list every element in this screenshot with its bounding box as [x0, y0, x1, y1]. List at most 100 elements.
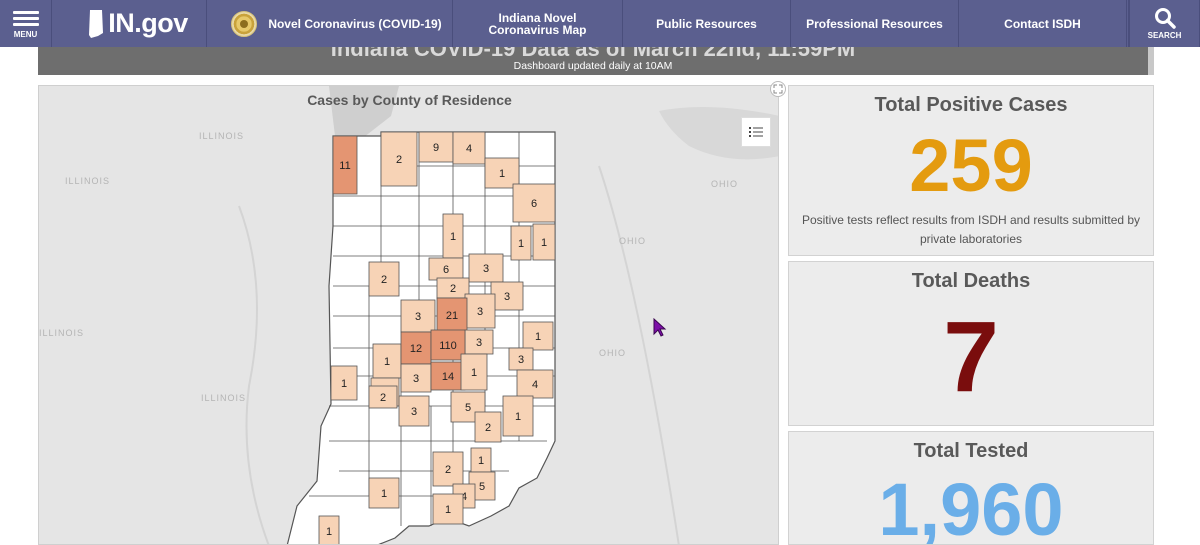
county-cell[interactable]: 3 [468, 253, 504, 283]
county-cell[interactable]: 11 [332, 135, 358, 195]
county-case-count: 3 [504, 291, 510, 303]
county-case-count: 12 [410, 343, 422, 355]
county-cell[interactable]: 4 [516, 369, 554, 399]
county-cell[interactable]: 1 [318, 515, 340, 545]
county-cell[interactable]: 3 [398, 395, 430, 427]
county-case-count: 1 [326, 526, 332, 538]
county-cell[interactable]: 2 [368, 261, 400, 297]
county-case-count: 2 [381, 274, 387, 286]
county-cell[interactable]: 2 [474, 411, 502, 443]
county-cell[interactable]: 1 [502, 395, 534, 437]
county-cell[interactable]: 2 [380, 131, 418, 187]
county-map-panel[interactable]: ILLINOIS ILLINOIS ILLINOIS ILLINOIS OHIO… [38, 85, 779, 545]
county-case-count: 3 [518, 354, 524, 366]
county-case-count: 9 [433, 142, 439, 154]
county-case-count: 5 [465, 402, 471, 414]
hamburger-icon [12, 8, 39, 29]
county-cell[interactable]: 2 [432, 451, 464, 487]
nav-covid-label: Novel Coronavirus (COVID-19) [268, 16, 442, 31]
county-cell[interactable]: 6 [512, 183, 556, 223]
county-case-count: 2 [396, 154, 402, 166]
county-cell[interactable]: 1 [432, 493, 464, 525]
county-case-count: 6 [531, 198, 537, 210]
county-cell[interactable]: 12 [400, 331, 432, 365]
county-cell[interactable]: 6 [428, 257, 464, 281]
county-case-count: 1 [478, 455, 484, 467]
county-case-count: 1 [381, 488, 387, 500]
county-case-count: 1 [518, 238, 524, 250]
county-cell[interactable]: 3 [400, 299, 436, 333]
county-cell[interactable]: 3 [464, 293, 496, 329]
positive-title: Total Positive Cases [874, 94, 1068, 116]
county-case-count: 2 [450, 283, 456, 295]
county-case-count: 3 [476, 337, 482, 349]
county-cell[interactable]: 21 [436, 297, 468, 333]
expand-map-button[interactable] [770, 81, 786, 97]
positive-note: Positive tests reflect results from ISDH… [801, 213, 1141, 246]
county-cell[interactable]: 3 [400, 363, 432, 393]
county-case-count: 1 [384, 356, 390, 368]
indiana-county-map[interactable]: 1129416111632233321311121103123141423512… [39, 86, 779, 545]
header-scrollbar[interactable] [1148, 47, 1154, 75]
county-cell[interactable]: 3 [490, 281, 524, 311]
county-cell[interactable]: 1 [510, 225, 532, 261]
county-cell[interactable]: 1 [368, 477, 400, 509]
state-seal-icon [231, 10, 258, 37]
county-cell[interactable]: 14 [430, 361, 466, 391]
county-cell[interactable]: 1 [330, 365, 358, 401]
county-case-count: 14 [442, 371, 454, 383]
positive-value: 259 [909, 124, 1033, 207]
county-cell[interactable]: 3 [464, 329, 494, 355]
county-case-count: 11 [339, 160, 350, 172]
deaths-value: 7 [943, 301, 999, 413]
county-cell[interactable]: 2 [368, 385, 398, 409]
county-case-count: 5 [479, 481, 485, 493]
county-cell[interactable]: 1 [460, 353, 488, 391]
county-case-count: 21 [446, 310, 458, 322]
county-cell[interactable]: 3 [508, 347, 534, 371]
county-case-count: 1 [445, 504, 451, 516]
indiana-state-icon [89, 9, 104, 38]
nav-map-link[interactable]: Indiana Novel Coronavirus Map [453, 0, 623, 47]
ingov-logo[interactable]: IN.gov [52, 0, 207, 47]
county-cell[interactable]: 110 [430, 329, 466, 361]
expand-icon [773, 84, 783, 94]
county-case-count: 3 [411, 406, 417, 418]
county-case-count: 3 [415, 311, 421, 323]
nav-public-resources[interactable]: Public Resources [623, 0, 791, 47]
nav-covid-link[interactable]: Novel Coronavirus (COVID-19) [207, 0, 453, 47]
county-cell[interactable]: 9 [418, 131, 454, 163]
county-cell[interactable]: 1 [372, 343, 402, 379]
county-cell[interactable]: 1 [442, 213, 464, 259]
county-case-count: 1 [541, 237, 547, 249]
total-deaths-card: Total Deaths 7 [788, 261, 1154, 426]
county-case-count: 4 [466, 143, 472, 155]
dashboard-header: Indiana COVID-19 Data as of March 22nd, … [38, 47, 1148, 75]
county-cell[interactable]: 1 [470, 447, 492, 473]
menu-button[interactable]: MENU [0, 0, 52, 47]
nav-professional-resources[interactable]: Professional Resources [791, 0, 959, 47]
county-case-count: 2 [380, 392, 386, 404]
county-cell[interactable]: 1 [484, 157, 520, 189]
county-case-count: 2 [485, 422, 491, 434]
search-button[interactable]: SEARCH [1129, 0, 1200, 47]
county-cell[interactable]: 2 [436, 277, 470, 299]
top-nav: MENU IN.gov Novel Coronavirus (COVID-19)… [0, 0, 1200, 47]
dashboard-update-note: Dashboard updated daily at 10AM [513, 60, 673, 72]
total-positive-card: Total Positive Cases 259 Positive tests … [788, 85, 1154, 256]
nav-contact[interactable]: Contact ISDH [959, 0, 1127, 47]
county-case-count: 2 [445, 464, 451, 476]
county-cell[interactable]: 1 [532, 223, 556, 261]
tested-title: Total Tested [913, 440, 1029, 462]
county-case-count: 3 [477, 306, 483, 318]
county-case-count: 1 [341, 378, 347, 390]
county-case-count: 1 [450, 231, 456, 243]
mouse-cursor-icon [653, 318, 667, 337]
county-case-count: 1 [535, 331, 541, 343]
county-case-count: 110 [439, 340, 457, 352]
county-cell[interactable]: 4 [452, 131, 486, 165]
deaths-title: Total Deaths [911, 270, 1031, 292]
search-icon [1154, 8, 1176, 29]
county-case-count: 4 [532, 379, 538, 391]
county-cell[interactable]: 1 [522, 321, 554, 351]
